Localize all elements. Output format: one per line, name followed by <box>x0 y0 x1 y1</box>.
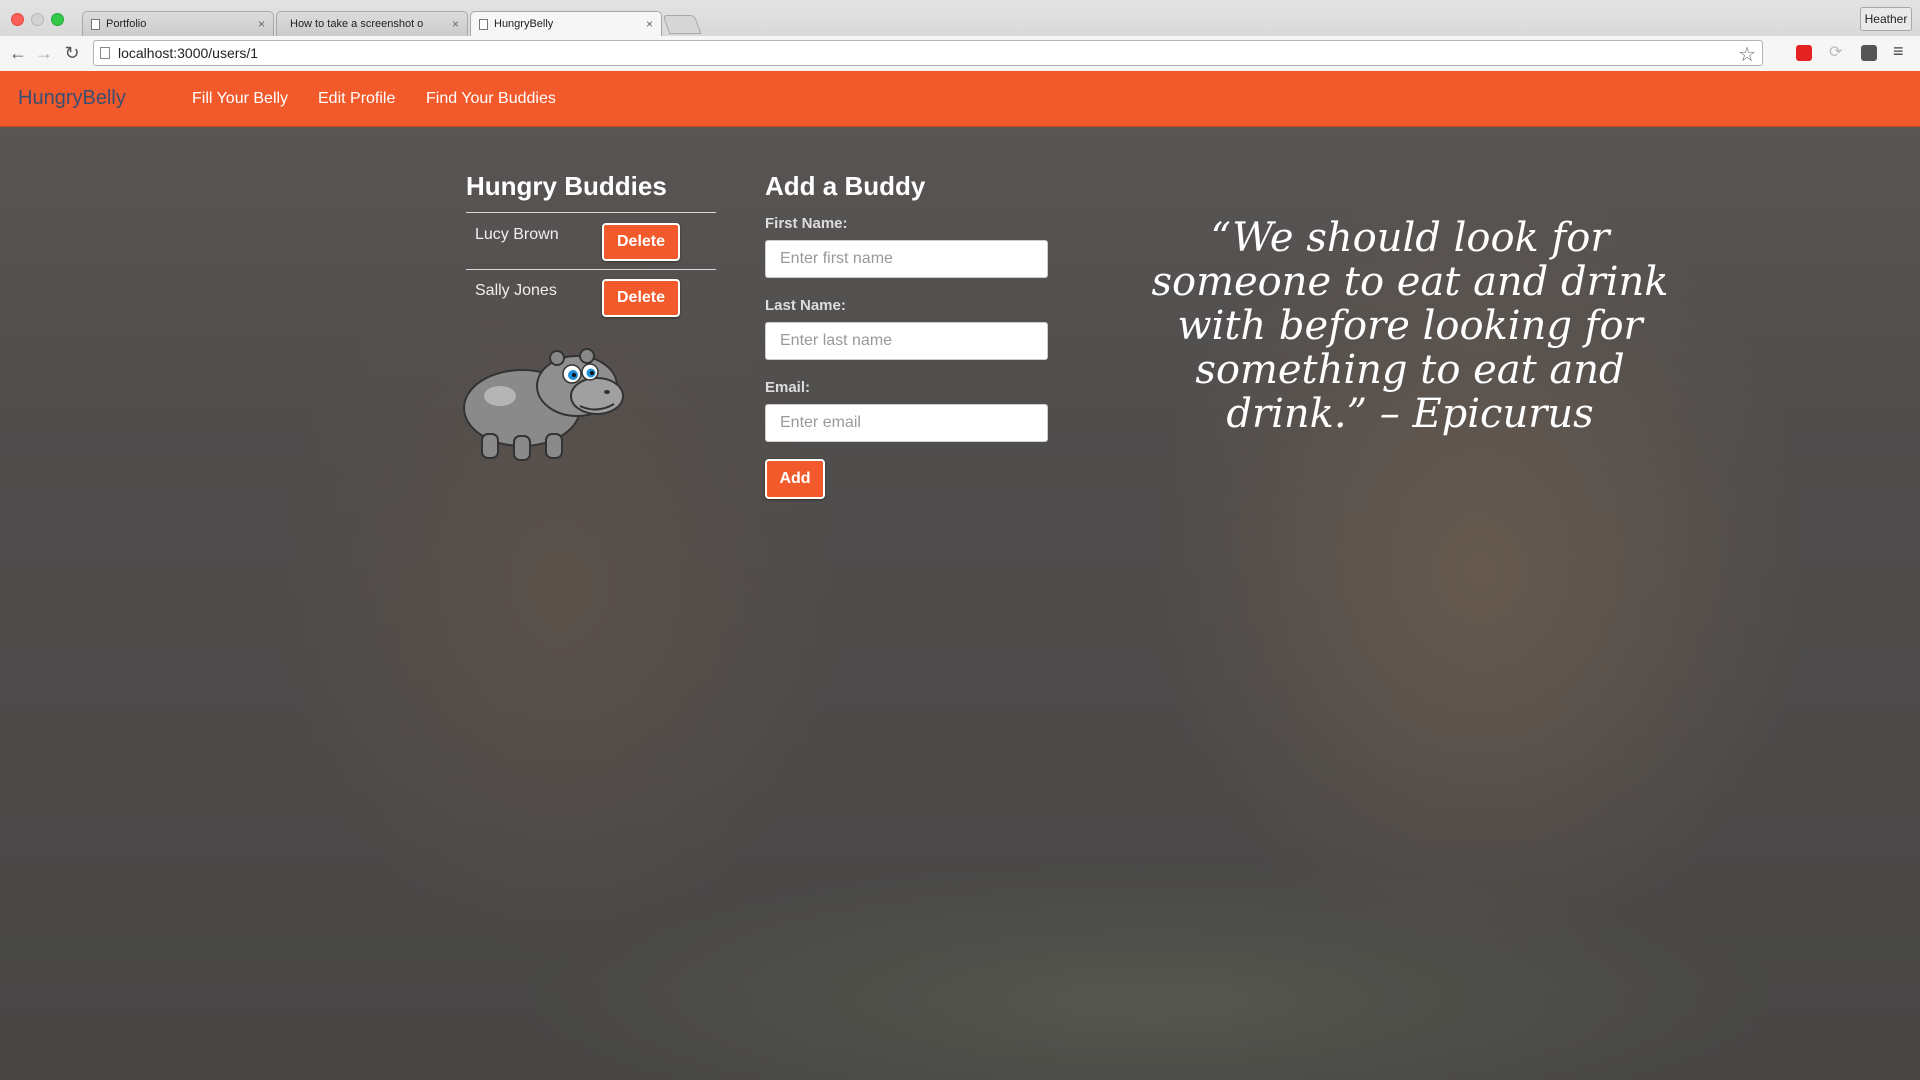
close-tab-icon[interactable]: × <box>452 17 459 31</box>
tab-portfolio[interactable]: Portfolio × <box>82 11 274 36</box>
reload-icon[interactable]: ↻ <box>62 43 82 63</box>
email-input[interactable] <box>765 404 1048 442</box>
youtube-extension-icon[interactable] <box>1796 45 1812 61</box>
add-buddy-button[interactable]: Add <box>765 459 825 499</box>
close-window-icon[interactable] <box>11 13 24 26</box>
back-icon[interactable]: ← <box>8 43 28 63</box>
nav-find-your-buddies[interactable]: Find Your Buddies <box>426 90 556 108</box>
email-label: Email: <box>765 379 811 396</box>
page-content: HungryBelly Fill Your Belly Edit Profile… <box>0 71 1920 1080</box>
tab-screenshot[interactable]: How to take a screenshot o × <box>276 11 468 36</box>
first-name-label: First Name: <box>765 215 848 232</box>
buddies-heading: Hungry Buddies <box>466 171 667 201</box>
buddy-name: Lucy Brown <box>475 226 559 243</box>
address-bar[interactable]: localhost:3000/users/1 ☆ <box>93 40 1763 66</box>
menu-icon[interactable]: ≡ <box>1893 41 1911 61</box>
nav-fill-your-belly[interactable]: Fill Your Belly <box>192 90 288 108</box>
hippo-mascot-icon <box>463 348 624 461</box>
last-name-label: Last Name: <box>765 297 846 314</box>
close-tab-icon[interactable]: × <box>258 17 265 31</box>
nav-edit-profile[interactable]: Edit Profile <box>318 90 395 108</box>
browser-toolbar: ← → ↻ localhost:3000/users/1 ☆ ⟳ ≡ <box>0 36 1920 71</box>
delete-buddy-button[interactable]: Delete <box>602 223 680 261</box>
extension-icon[interactable] <box>1861 45 1877 61</box>
close-tab-icon[interactable]: × <box>646 17 653 31</box>
minimize-window-icon[interactable] <box>31 13 44 26</box>
site-navbar: HungryBelly Fill Your Belly Edit Profile… <box>0 71 1920 127</box>
brand-link[interactable]: HungryBelly <box>18 87 126 110</box>
add-buddy-heading: Add a Buddy <box>765 171 926 201</box>
delete-buddy-button[interactable]: Delete <box>602 279 680 317</box>
divider <box>466 269 716 270</box>
page-icon <box>91 18 100 30</box>
page-icon <box>479 18 488 30</box>
browser-chrome: Portfolio × How to take a screenshot o ×… <box>0 0 1920 71</box>
maximize-window-icon[interactable] <box>51 13 64 26</box>
buddy-name: Sally Jones <box>475 282 557 299</box>
page-icon <box>100 47 110 59</box>
new-tab-button[interactable] <box>662 15 702 34</box>
quote-text: “We should look for someone to eat and d… <box>1151 215 1669 437</box>
divider <box>466 212 716 213</box>
last-name-input[interactable] <box>765 322 1048 360</box>
tab-hungrybelly[interactable]: HungryBelly × <box>470 11 662 36</box>
first-name-input[interactable] <box>765 240 1048 278</box>
bookmark-star-icon[interactable]: ☆ <box>1738 42 1756 67</box>
profile-button[interactable]: Heather <box>1860 7 1912 31</box>
sync-extension-icon[interactable]: ⟳ <box>1829 42 1845 61</box>
forward-icon[interactable]: → <box>34 43 54 63</box>
